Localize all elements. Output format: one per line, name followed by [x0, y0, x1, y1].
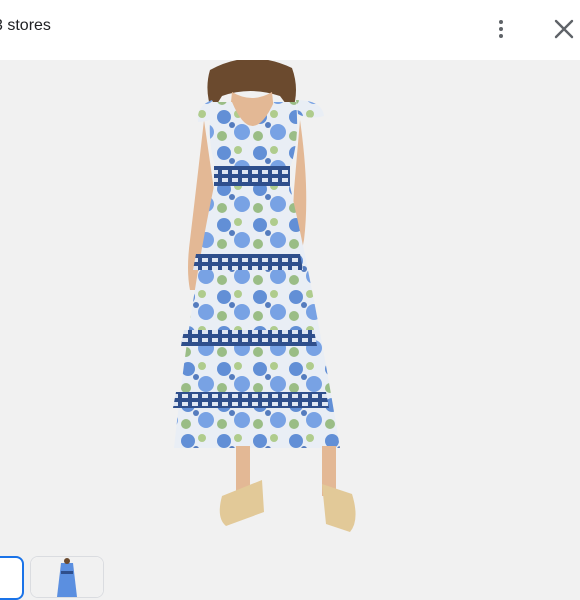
store-count-label: 3 stores: [0, 17, 51, 34]
thumbnail-2-image: [31, 557, 103, 597]
thumbnail-2[interactable]: [30, 556, 104, 598]
more-vert-icon: [499, 20, 503, 24]
more-vert-icon-dot: [499, 27, 503, 31]
thumbnail-1[interactable]: [0, 556, 24, 600]
top-bar: 3 stores: [0, 0, 580, 60]
close-icon: [554, 19, 574, 39]
dress-waistband: [214, 166, 290, 186]
dress-trim-band-3: [173, 392, 329, 408]
more-options-button[interactable]: [490, 14, 512, 44]
close-button[interactable]: [551, 16, 577, 42]
image-viewer: [0, 60, 580, 550]
right-sandal: [322, 484, 356, 532]
dress-right-sleeve: [296, 100, 324, 118]
thumbnail-strip: [0, 550, 580, 600]
dress-trim-band-1: [193, 254, 303, 270]
more-vert-icon-dot: [499, 34, 503, 38]
dress-trim-band-2: [181, 330, 317, 346]
product-image[interactable]: [0, 60, 580, 550]
